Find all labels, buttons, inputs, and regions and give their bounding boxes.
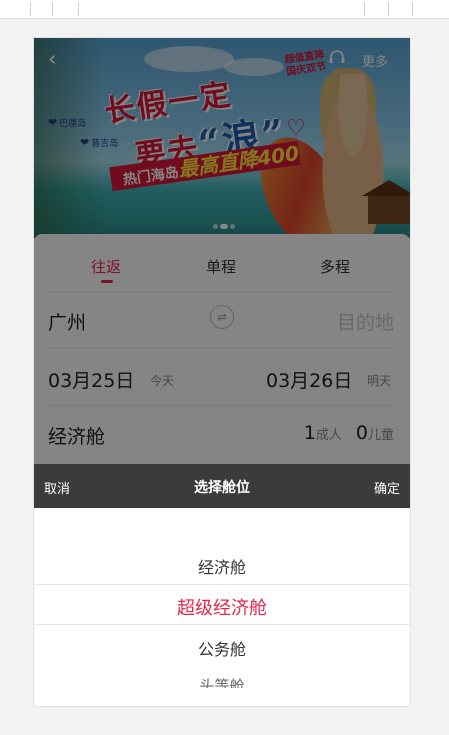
selection-line-bottom [34, 624, 410, 625]
tab-divider [364, 2, 365, 16]
tab-divider [388, 2, 389, 16]
tab-divider [78, 2, 79, 16]
picker-option[interactable]: 头等舱 [34, 674, 410, 688]
picker-option-selected[interactable]: 超级经济舱 [34, 594, 410, 620]
picker-title: 选择舱位 [194, 480, 250, 496]
cabin-picker-wheel[interactable]: 经济舱 超级经济舱 公务舱 头等舱 [34, 508, 410, 706]
selection-line-top [34, 584, 410, 585]
tab-divider [30, 2, 31, 16]
browser-tab-strip [0, 0, 449, 19]
picker-toolbar: 取消 选择舱位 确定 [34, 464, 410, 508]
tab-divider [52, 2, 53, 16]
picker-confirm-button[interactable]: 确定 [374, 478, 400, 497]
modal-overlay[interactable] [34, 38, 410, 464]
tab-divider [412, 2, 413, 16]
picker-option[interactable]: 经济舱 [34, 554, 410, 578]
phone-screen: ♡ 长假一定 要去“浪” 热门海岛最高直降400 超值直降 国庆双节 ❤ 巴厘岛 … [33, 37, 411, 707]
picker-option[interactable]: 公务舱 [34, 636, 410, 660]
